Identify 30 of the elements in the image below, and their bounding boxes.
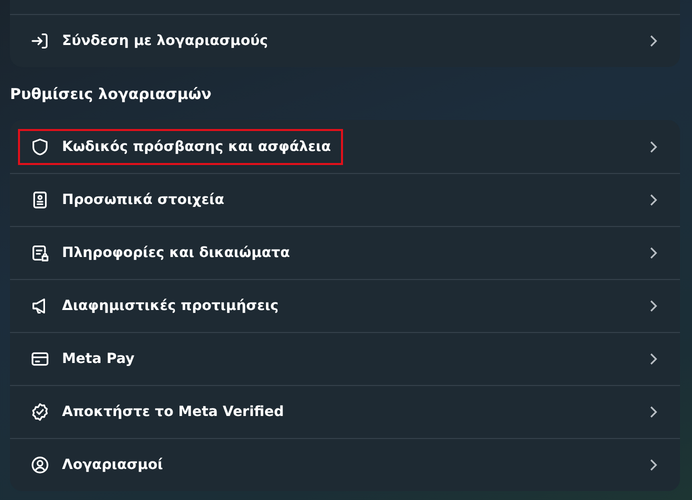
settings-row[interactable]: Λογαριασμοί [10,438,680,491]
shield-icon [30,136,50,156]
chevron-right-icon [648,299,658,313]
row-label: Meta Pay [62,351,134,367]
row-label: Προσωπικά στοιχεία [62,192,224,208]
chevron-right-icon [648,458,658,472]
chevron-right-icon [648,352,658,366]
row-label: Κωδικός πρόσβασης και ασφάλεια [62,138,331,154]
section-heading: Ρυθμίσεις λογαριασμών [10,85,212,103]
row-label: Σύνδεση με λογαριασμούς [62,33,268,49]
row-label: Διαφημιστικές προτιμήσεις [62,298,279,314]
row-label: Πληροφορίες και δικαιώματα [62,245,290,261]
settings-row[interactable]: Διαφημιστικές προτιμήσεις [10,279,680,332]
settings-row[interactable]: Σύνδεση με λογαριασμούς [10,14,680,67]
chevron-right-icon [648,34,658,48]
settings-row[interactable]: Meta Pay [10,332,680,385]
person-icon [30,455,50,475]
chevron-right-icon [648,193,658,207]
settings-row[interactable]: Πληροφορίες και δικαιώματα [10,226,680,279]
document-lock-icon [30,243,50,263]
chevron-right-icon [648,140,658,154]
login-icon [30,31,50,51]
settings-row[interactable]: Αποκτήστε το Meta Verified [10,385,680,438]
chevron-right-icon [648,246,658,260]
verified-badge-icon [30,402,50,422]
settings-row[interactable]: Κωδικός πρόσβασης και ασφάλεια [10,120,680,173]
settings-row[interactable]: Προσωπικά στοιχεία [10,173,680,226]
chevron-right-icon [648,405,658,419]
row-label: Αποκτήστε το Meta Verified [62,404,284,420]
row-label: Λογαριασμοί [62,457,163,473]
